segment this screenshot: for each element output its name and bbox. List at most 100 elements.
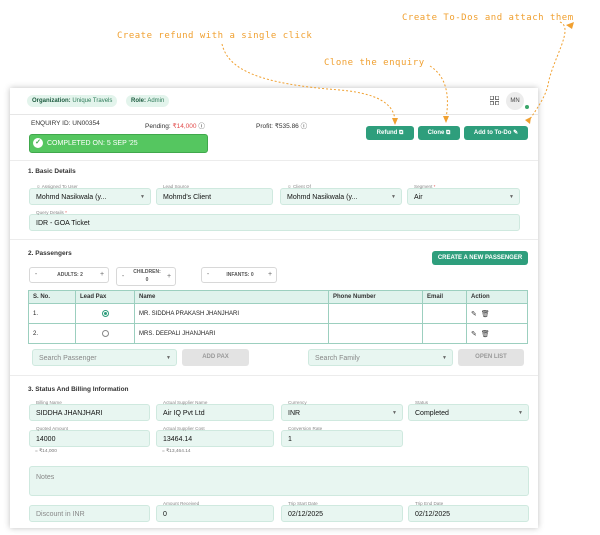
trip-end-date-field[interactable]: Trip End Date 02/12/2025	[408, 501, 529, 522]
trash-icon[interactable]: 🗑	[481, 310, 490, 318]
edit-icon[interactable]: ✎	[471, 310, 477, 318]
action-cell: ✎ 🗑	[466, 323, 528, 344]
adults-stepper[interactable]: - ADULTS: 2 +	[29, 267, 109, 283]
amount-received-field[interactable]: Amount Received 0	[156, 501, 274, 522]
billing-name-field[interactable]: Billing Name SIDDHA JHANJHARI	[29, 400, 150, 421]
currency-select[interactable]: Currency INR ▼	[281, 400, 403, 421]
email-cell	[422, 323, 467, 344]
chevron-down-icon: ▼	[140, 194, 145, 200]
column-header: S. No.	[28, 290, 76, 304]
avatar[interactable]: MN	[506, 92, 524, 110]
enquiry-id: ENQUIRY ID: UN00354	[31, 120, 100, 127]
column-header: Name	[134, 290, 329, 304]
passengers-heading: 2. Passengers	[28, 250, 72, 257]
lead-pax-cell	[75, 303, 135, 324]
billing-heading: 3. Status And Billing Information	[28, 386, 129, 393]
role-badge: Role: Admin	[126, 95, 170, 107]
supplier-cost-field[interactable]: Actual Supplier Cost 13464.14	[156, 426, 274, 447]
chevron-down-icon: ▼	[391, 194, 396, 200]
app-window: Organization: Unique Travels Role: Admin…	[10, 88, 538, 528]
column-header: Email	[422, 290, 467, 304]
discount-field[interactable]: Discount in INR	[29, 505, 150, 522]
supplier-cost-converted: = ₹13,464.14	[162, 449, 191, 454]
assigned-user-select[interactable]: ☺ Assigned To User Mohmd Nasikwala (y...…	[29, 184, 151, 205]
pending-amount: Pending: ₹14,000 ⓘ	[145, 123, 205, 130]
trip-start-date-field[interactable]: Trip Start Date 02/12/2025	[281, 501, 403, 522]
copy-icon: ⧉	[446, 130, 451, 136]
divider	[10, 160, 538, 161]
lead-pax-radio[interactable]	[101, 309, 109, 317]
minus-icon[interactable]: -	[30, 268, 42, 282]
quoted-amount-converted: = ₹14,000	[35, 449, 57, 454]
column-header: Lead Pax	[75, 290, 135, 304]
table-row: 1. MR. SIDDHA PRAKASH JHANJHARI ✎ 🗑	[28, 303, 528, 324]
organization-badge: Organization: Unique Travels	[27, 95, 118, 107]
info-icon: ⓘ	[300, 123, 308, 130]
annotation-create-todos: Create To-Dos and attach them	[402, 13, 574, 23]
plus-icon[interactable]: +	[264, 268, 276, 282]
serial-number: 1.	[28, 303, 76, 324]
lead-pax-cell	[75, 323, 135, 344]
create-passenger-button[interactable]: CREATE A NEW PASSENGER	[432, 251, 528, 265]
column-header: Phone Number	[328, 290, 423, 304]
pencil-icon: ✎	[513, 130, 519, 136]
minus-icon[interactable]: -	[202, 268, 214, 282]
top-bar: Organization: Unique Travels Role: Admin…	[10, 88, 538, 115]
query-details-field[interactable]: Query Details * IDR - GOA Ticket	[29, 210, 520, 231]
column-header: Action	[466, 290, 528, 304]
clone-button[interactable]: Clone ⧉	[418, 126, 460, 140]
plus-icon[interactable]: +	[96, 268, 108, 282]
online-status-dot	[525, 105, 529, 109]
chevron-down-icon: ▼	[392, 410, 397, 416]
table-header-row: S. No. Lead Pax Name Phone Number Email …	[28, 290, 528, 304]
trash-icon[interactable]: 🗑	[481, 330, 490, 338]
chevron-down-icon: ▼	[166, 355, 171, 361]
chevron-down-icon: ▼	[509, 194, 514, 200]
profit-amount: Profit: ₹535.86 ⓘ	[256, 123, 308, 130]
client-of-select[interactable]: ☺ Client Of Mohmd Nasikwala (y... ▼	[280, 184, 402, 205]
table-row: 2. MRS. DEEPALI JHANJHARI ✎ 🗑	[28, 323, 528, 344]
user-icon: ☺	[36, 184, 41, 189]
status-select[interactable]: Status Completed ▼	[408, 400, 529, 421]
passenger-name: MR. SIDDHA PRAKASH JHANJHARI	[134, 303, 329, 324]
plus-icon[interactable]: +	[163, 270, 175, 284]
phone-cell	[328, 323, 423, 344]
user-icon: ☺	[287, 184, 292, 189]
completed-status-banner: ✓ COMPLETED ON: 5 SEP '25	[29, 134, 208, 153]
basic-details-heading: 1. Basic Details	[28, 168, 76, 175]
lead-source-field[interactable]: Lead Source Mohmd's Client	[156, 184, 273, 205]
add-to-todo-button[interactable]: Add to To-Do ✎	[464, 126, 528, 140]
action-cell: ✎ 🗑	[466, 303, 528, 324]
chevron-down-icon: ▼	[518, 410, 523, 416]
quoted-amount-field[interactable]: Quoted Amount 14000	[29, 426, 150, 447]
edit-icon[interactable]: ✎	[471, 330, 477, 338]
phone-cell	[328, 303, 423, 324]
apps-grid-icon[interactable]	[490, 96, 499, 105]
notes-field[interactable]: Notes	[29, 466, 529, 496]
passenger-name: MRS. DEEPALI JHANJHARI	[134, 323, 329, 344]
supplier-name-field[interactable]: Actual Supplier Name Air IQ Pvt Ltd	[156, 400, 274, 421]
segment-select[interactable]: Segment * Air ▼	[407, 184, 520, 205]
add-pax-button[interactable]: ADD PAX	[182, 349, 249, 366]
arrowhead	[566, 22, 574, 29]
minus-icon[interactable]: -	[117, 270, 129, 284]
search-family-select[interactable]: Search Family ▼	[308, 349, 453, 366]
infants-stepper[interactable]: - INFANTS: 0 +	[201, 267, 277, 283]
children-stepper[interactable]: - CHILDREN: 0 +	[116, 267, 176, 286]
info-icon: ⓘ	[198, 123, 205, 130]
refund-icon: ⧉	[399, 130, 404, 136]
search-passenger-select[interactable]: Search Passenger ▼	[32, 349, 177, 366]
annotation-clone: Clone the enquiry	[324, 58, 425, 68]
conversion-rate-field[interactable]: Conversion Rate 1	[281, 426, 403, 447]
lead-pax-radio[interactable]	[101, 329, 109, 337]
open-list-button[interactable]: OPEN LIST	[458, 349, 524, 366]
annotation-create-refund: Create refund with a single click	[117, 31, 313, 41]
divider	[10, 239, 538, 240]
serial-number: 2.	[28, 323, 76, 344]
passengers-table: S. No. Lead Pax Name Phone Number Email …	[28, 290, 528, 344]
divider	[10, 375, 538, 376]
email-cell	[422, 303, 467, 324]
check-icon: ✓	[33, 138, 43, 148]
chevron-down-icon: ▼	[442, 355, 447, 361]
refund-button[interactable]: Refund ⧉	[366, 126, 414, 140]
